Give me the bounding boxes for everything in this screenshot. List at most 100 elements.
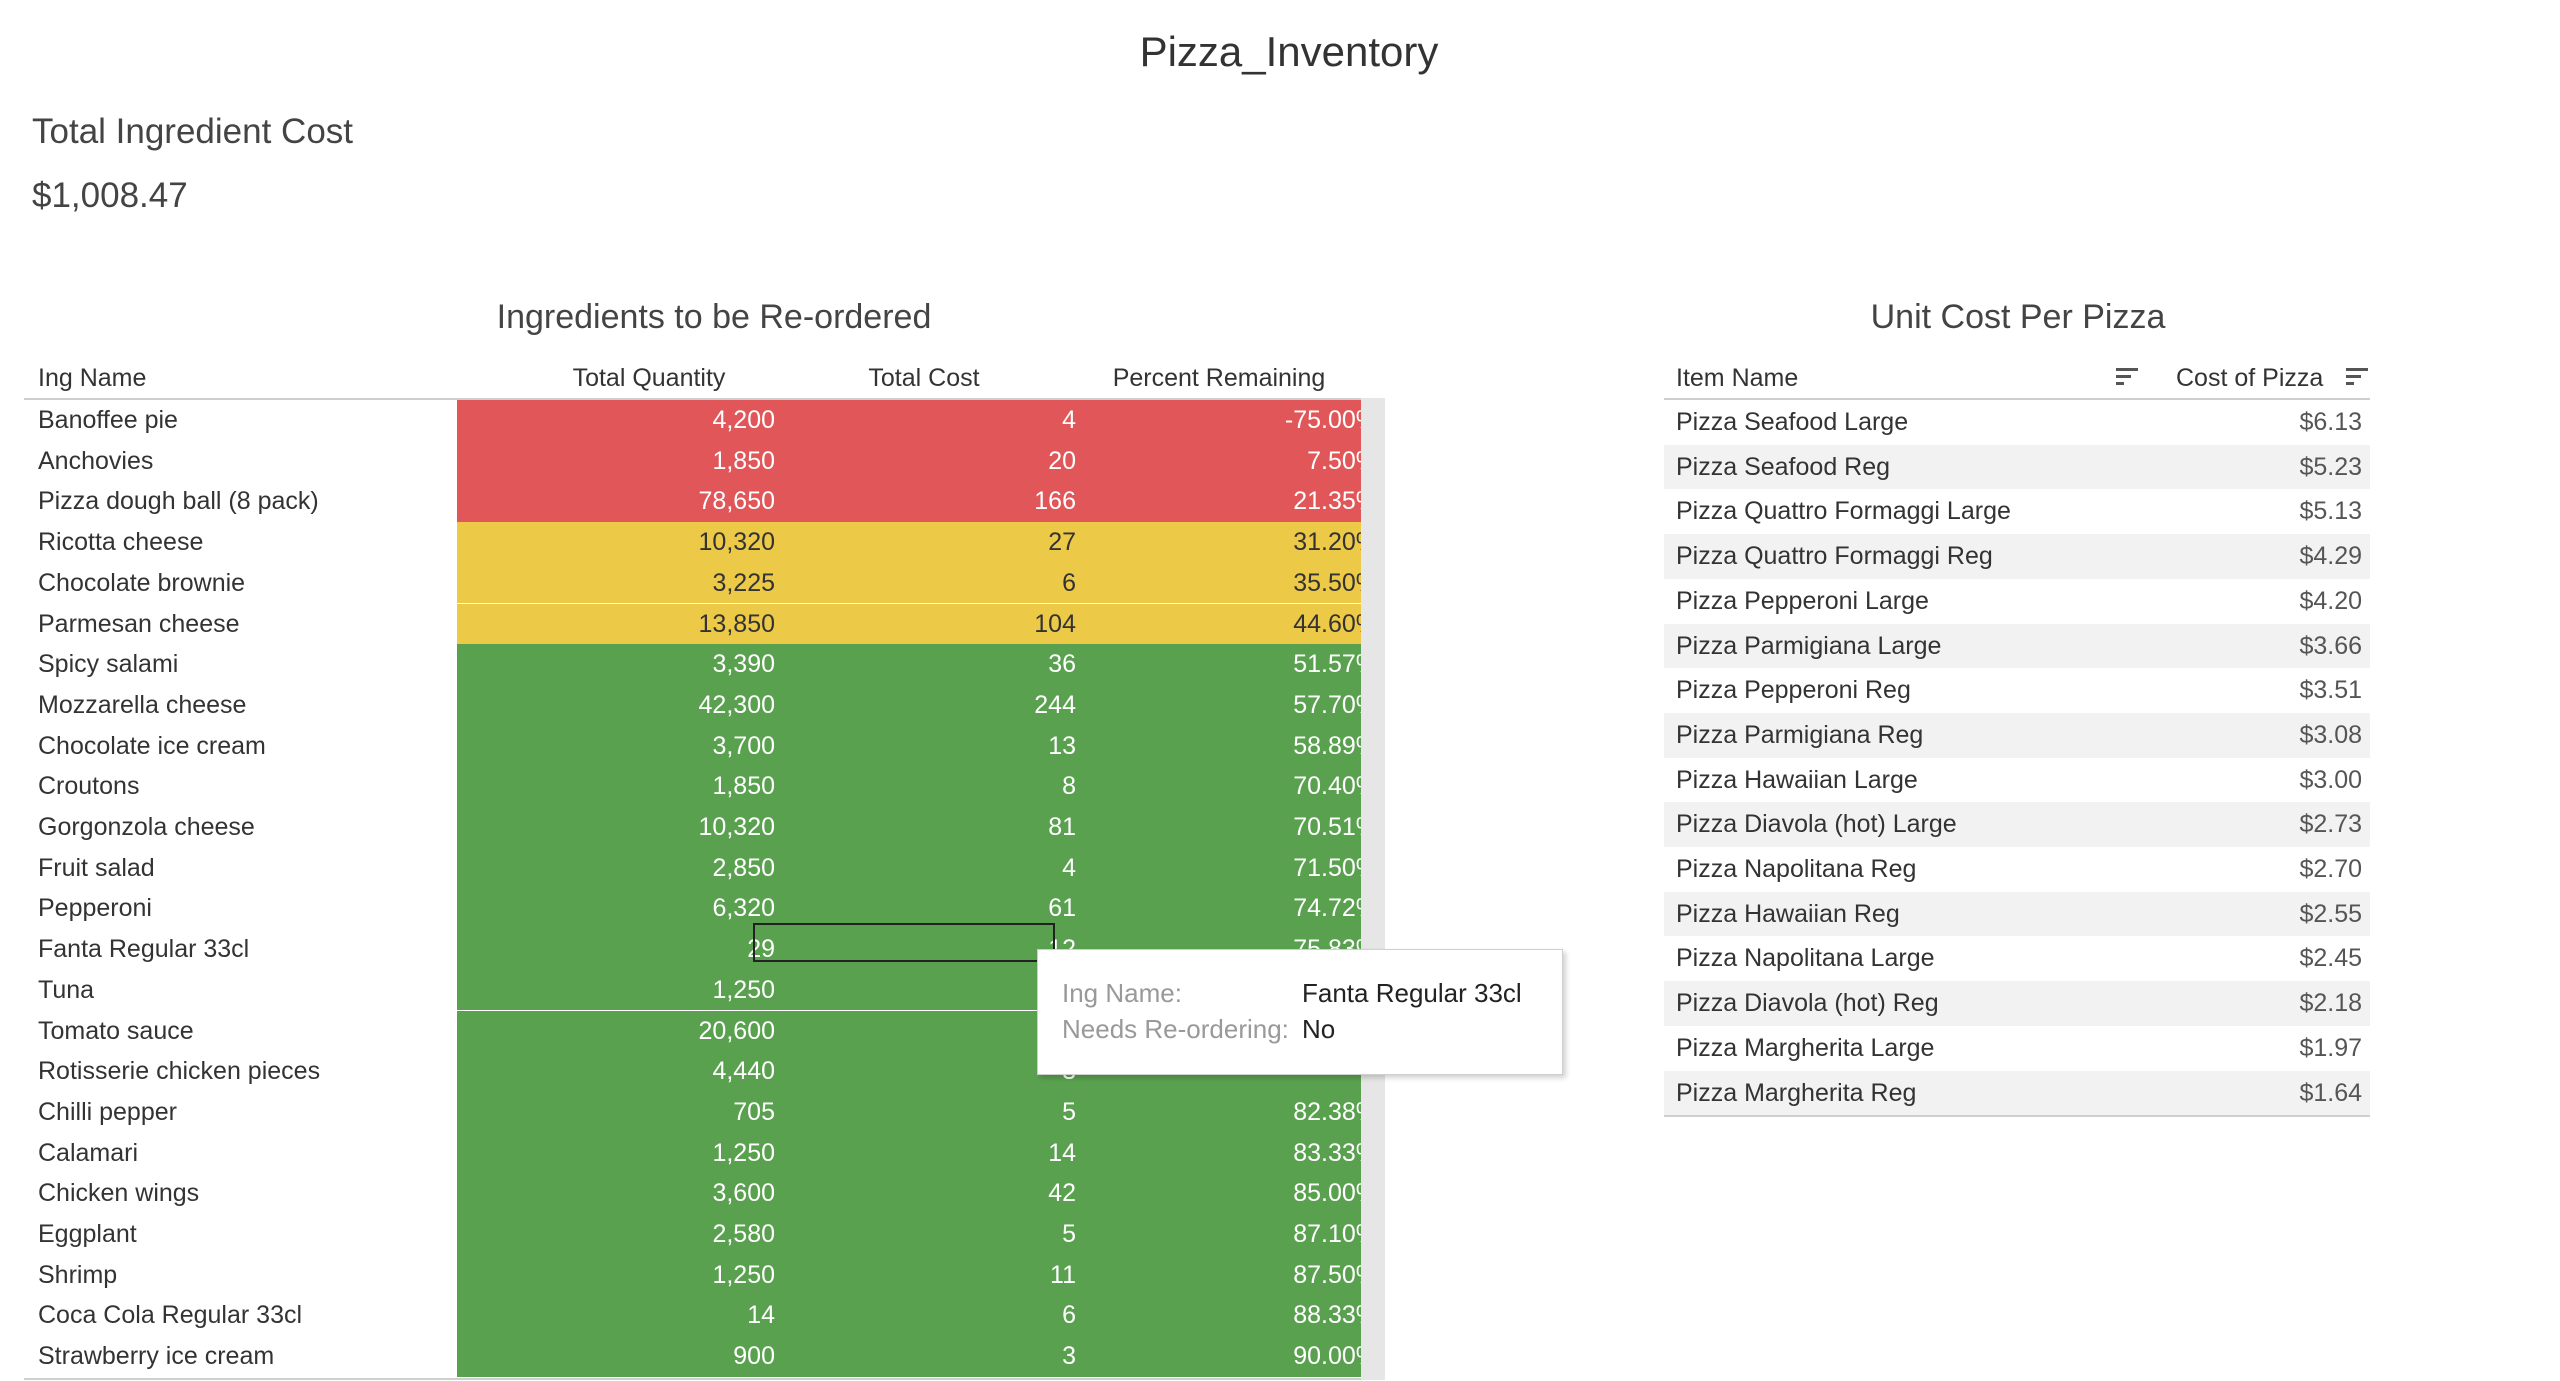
table-row[interactable]: Pizza Parmigiana Reg $3.08 <box>1664 712 2370 758</box>
total-cost-cell[interactable]: 20 <box>784 447 1076 476</box>
table-row[interactable]: Pizza Diavola (hot) Large $2.73 <box>1664 802 2370 847</box>
percent-remaining-cell[interactable]: 85.00% <box>1084 1179 1378 1208</box>
total-quantity-cell[interactable]: 1,850 <box>457 772 775 801</box>
column-header-ing-name[interactable]: Ing Name <box>38 364 146 393</box>
total-quantity-cell[interactable]: 4,440 <box>457 1057 775 1086</box>
total-cost-cell[interactable]: 11 <box>784 1261 1076 1290</box>
table-row[interactable]: Chilli pepper 705 5 82.38% <box>24 1091 1384 1133</box>
table-row[interactable]: Strawberry ice cream 900 3 90.00% <box>24 1336 1384 1377</box>
percent-remaining-cell[interactable]: 82.38% <box>1084 1098 1378 1127</box>
total-quantity-cell[interactable]: 705 <box>457 1098 775 1127</box>
total-quantity-cell[interactable]: 13,850 <box>457 610 775 639</box>
total-cost-cell[interactable]: 61 <box>784 894 1076 923</box>
percent-remaining-cell[interactable]: 87.50% <box>1084 1261 1378 1290</box>
total-cost-cell[interactable]: 42 <box>784 1179 1076 1208</box>
total-cost-cell[interactable]: 36 <box>784 650 1076 679</box>
percent-remaining-cell[interactable]: 87.10% <box>1084 1220 1378 1249</box>
percent-remaining-cell[interactable]: 83.33% <box>1084 1139 1378 1168</box>
percent-remaining-cell[interactable]: 90.00% <box>1084 1342 1378 1371</box>
total-quantity-cell[interactable]: 4,200 <box>457 406 775 435</box>
total-cost-cell[interactable]: 4 <box>784 406 1076 435</box>
table-row[interactable]: Fruit salad 2,850 4 71.50% <box>24 847 1384 889</box>
total-quantity-cell[interactable]: 6,320 <box>457 894 775 923</box>
table-row[interactable]: Pizza Diavola (hot) Reg $2.18 <box>1664 981 2370 1026</box>
total-quantity-cell[interactable]: 900 <box>457 1342 775 1371</box>
total-cost-cell[interactable]: 5 <box>784 1220 1076 1249</box>
table-row[interactable]: Pizza dough ball (8 pack) 78,650 166 21.35% <box>24 481 1384 523</box>
percent-remaining-cell[interactable]: 70.40% <box>1084 772 1378 801</box>
total-quantity-cell[interactable]: 1,250 <box>457 1261 775 1290</box>
percent-remaining-cell[interactable]: 88.33% <box>1084 1301 1378 1330</box>
total-cost-cell[interactable]: 13 <box>784 732 1076 761</box>
total-quantity-cell[interactable]: 29 <box>457 935 775 964</box>
table-row[interactable]: Chocolate ice cream 3,700 13 58.89% <box>24 725 1384 767</box>
table-row[interactable]: Pizza Hawaiian Reg $2.55 <box>1664 891 2370 937</box>
table-row[interactable]: Pepperoni 6,320 61 74.72% <box>24 888 1384 930</box>
total-quantity-cell[interactable]: 3,600 <box>457 1179 775 1208</box>
percent-remaining-cell[interactable]: 70.51% <box>1084 813 1378 842</box>
percent-remaining-cell[interactable]: 7.50% <box>1084 447 1378 476</box>
column-header-percent-remaining[interactable]: Percent Remaining <box>1054 364 1384 393</box>
vertical-scrollbar[interactable] <box>1361 398 1385 1380</box>
percent-remaining-cell[interactable]: 57.70% <box>1084 691 1378 720</box>
table-row[interactable]: Pizza Seafood Reg $5.23 <box>1664 444 2370 490</box>
table-row[interactable]: Croutons 1,850 8 70.40% <box>24 766 1384 807</box>
table-row[interactable]: Banoffee pie 4,200 4 -75.00% <box>24 400 1384 441</box>
percent-remaining-cell[interactable]: 58.89% <box>1084 732 1378 761</box>
table-row[interactable]: Chocolate brownie 3,225 6 35.50% <box>24 562 1384 604</box>
total-cost-cell[interactable]: 244 <box>784 691 1076 720</box>
total-quantity-cell[interactable]: 2,850 <box>457 854 775 883</box>
column-header-total-quantity[interactable]: Total Quantity <box>524 364 774 393</box>
total-quantity-cell[interactable]: 14 <box>457 1301 775 1330</box>
total-cost-cell[interactable]: 81 <box>784 813 1076 842</box>
total-quantity-cell[interactable]: 3,225 <box>457 569 775 598</box>
total-quantity-cell[interactable]: 1,850 <box>457 447 775 476</box>
total-quantity-cell[interactable]: 10,320 <box>457 813 775 842</box>
table-row[interactable]: Pizza Pepperoni Reg $3.51 <box>1664 668 2370 713</box>
total-quantity-cell[interactable]: 42,300 <box>457 691 775 720</box>
total-cost-cell[interactable]: 14 <box>784 1139 1076 1168</box>
total-cost-cell[interactable]: 8 <box>784 772 1076 801</box>
column-header-item-name[interactable]: Item Name <box>1676 364 1798 393</box>
total-quantity-cell[interactable]: 1,250 <box>457 976 775 1005</box>
table-row[interactable]: Parmesan cheese 13,850 104 44.60% <box>24 603 1384 645</box>
table-row[interactable]: Eggplant 2,580 5 87.10% <box>24 1214 1384 1255</box>
table-row[interactable]: Pizza Parmigiana Large $3.66 <box>1664 623 2370 669</box>
table-row[interactable]: Pizza Margherita Large $1.97 <box>1664 1026 2370 1071</box>
total-quantity-cell[interactable]: 3,390 <box>457 650 775 679</box>
total-cost-cell[interactable]: 166 <box>784 487 1076 516</box>
total-cost-cell[interactable]: 6 <box>784 1301 1076 1330</box>
total-cost-cell[interactable]: 27 <box>784 528 1076 557</box>
percent-remaining-cell[interactable]: 51.57% <box>1084 650 1378 679</box>
total-quantity-cell[interactable]: 78,650 <box>457 487 775 516</box>
sort-descending-icon[interactable] <box>2346 368 2368 390</box>
table-row[interactable]: Pizza Pepperoni Large $4.20 <box>1664 579 2370 624</box>
table-row[interactable]: Shrimp 1,250 11 87.50% <box>24 1254 1384 1296</box>
total-quantity-cell[interactable]: 3,700 <box>457 732 775 761</box>
total-cost-cell[interactable]: 5 <box>784 1098 1076 1127</box>
column-header-total-cost[interactable]: Total Cost <box>824 364 1024 393</box>
table-row[interactable]: Pizza Napolitana Reg $2.70 <box>1664 847 2370 892</box>
total-quantity-cell[interactable]: 1,250 <box>457 1139 775 1168</box>
table-row[interactable]: Spicy salami 3,390 36 51.57% <box>24 644 1384 685</box>
total-cost-cell[interactable]: 3 <box>784 1342 1076 1371</box>
percent-remaining-cell[interactable]: 44.60% <box>1084 610 1378 639</box>
column-header-cost-of-pizza[interactable]: Cost of Pizza <box>2176 364 2323 393</box>
total-cost-cell[interactable]: 1 <box>784 1017 1076 1046</box>
total-quantity-cell[interactable]: 2,580 <box>457 1220 775 1249</box>
table-row[interactable]: Calamari 1,250 14 83.33% <box>24 1132 1384 1174</box>
table-row[interactable]: Pizza Napolitana Large $2.45 <box>1664 936 2370 981</box>
sort-descending-icon[interactable] <box>2116 368 2138 390</box>
total-quantity-cell[interactable]: 20,600 <box>457 1017 775 1046</box>
total-cost-cell[interactable]: 6 <box>784 569 1076 598</box>
table-row[interactable]: Pizza Seafood Large $6.13 <box>1664 400 2370 445</box>
table-row[interactable]: Pizza Quattro Formaggi Reg $4.29 <box>1664 534 2370 579</box>
table-row[interactable]: Anchovies 1,850 20 7.50% <box>24 440 1384 482</box>
table-row[interactable]: Pizza Quattro Formaggi Large $5.13 <box>1664 489 2370 534</box>
percent-remaining-cell[interactable]: -75.00% <box>1084 406 1378 435</box>
table-row[interactable]: Pizza Margherita Reg $1.64 <box>1664 1070 2370 1116</box>
percent-remaining-cell[interactable]: 21.35% <box>1084 487 1378 516</box>
percent-remaining-cell[interactable]: 35.50% <box>1084 569 1378 598</box>
table-row[interactable]: Coca Cola Regular 33cl 14 6 88.33% <box>24 1295 1384 1337</box>
percent-remaining-cell[interactable]: 71.50% <box>1084 854 1378 883</box>
